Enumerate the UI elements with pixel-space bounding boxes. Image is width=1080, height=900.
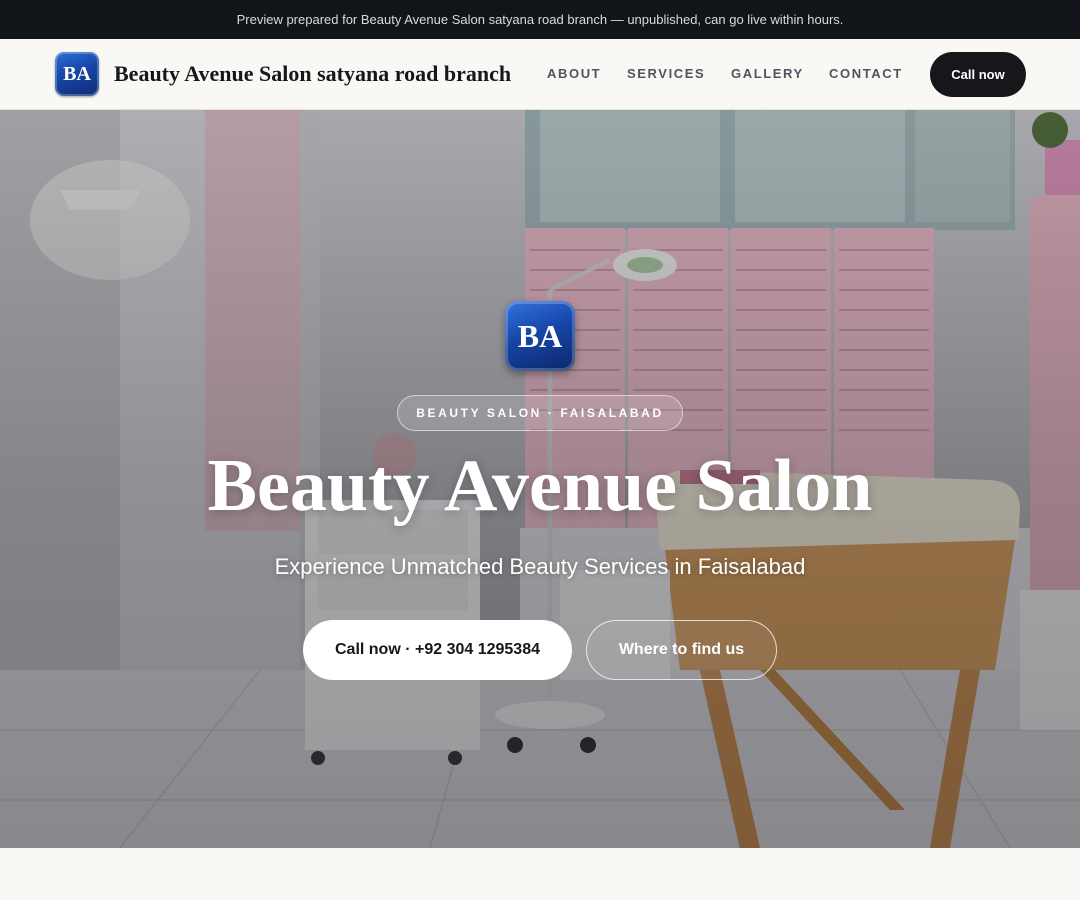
- nav-link-about[interactable]: ABOUT: [547, 66, 601, 81]
- nav-link-services[interactable]: SERVICES: [627, 66, 705, 81]
- hero-logo: BA: [505, 301, 575, 371]
- hero-logo-initials: BA: [517, 317, 563, 354]
- hero-title: Beauty Avenue Salon: [207, 445, 873, 527]
- preview-banner-text: Preview prepared for Beauty Avenue Salon…: [236, 12, 844, 27]
- header-call-button[interactable]: Call now: [930, 52, 1026, 97]
- nav-link-contact[interactable]: CONTACT: [829, 66, 903, 81]
- brand-name[interactable]: Beauty Avenue Salon satyana road branch: [114, 61, 511, 87]
- site-header: BA Beauty Avenue Salon satyana road bran…: [0, 39, 1080, 110]
- hero-call-button[interactable]: Call now · +92 304 1295384: [303, 620, 572, 680]
- brand-logo[interactable]: BA: [55, 52, 99, 96]
- hero-section: BA BEAUTY SALON · FAISALABAD Beauty Aven…: [0, 110, 1080, 848]
- hero-tagline-badge: BEAUTY SALON · FAISALABAD: [397, 395, 683, 431]
- hero-subtitle: Experience Unmatched Beauty Services in …: [274, 554, 806, 579]
- preview-banner: Preview prepared for Beauty Avenue Salon…: [0, 0, 1080, 39]
- nav-link-gallery[interactable]: GALLERY: [731, 66, 804, 81]
- next-section: [0, 848, 1080, 900]
- brand-logo-initials: BA: [63, 62, 91, 85]
- where-to-find-us-button[interactable]: Where to find us: [586, 620, 777, 680]
